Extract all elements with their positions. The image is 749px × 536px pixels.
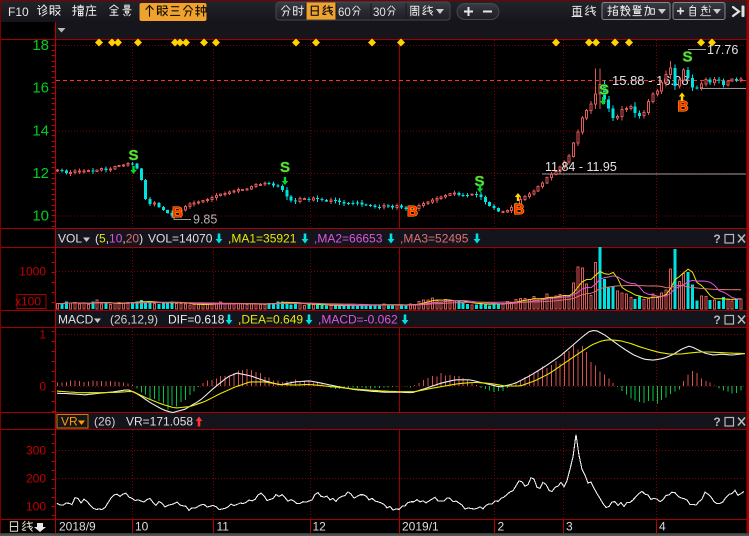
- svg-text:11: 11: [217, 520, 230, 534]
- svg-text:S: S: [128, 147, 138, 164]
- svg-text:?: ?: [713, 415, 720, 429]
- svg-text:DIF=0.618: DIF=0.618: [168, 313, 225, 327]
- svg-text:B: B: [172, 204, 183, 221]
- svg-text:?: ?: [713, 232, 720, 246]
- svg-text:12: 12: [32, 165, 49, 182]
- svg-text:MACD: MACD: [58, 313, 94, 327]
- svg-text:60: 60: [338, 7, 351, 19]
- svg-text:B: B: [407, 203, 418, 220]
- svg-text:,DEA=0.649: ,DEA=0.649: [238, 313, 303, 327]
- svg-text:VR=171.058: VR=171.058: [126, 415, 193, 429]
- svg-text:11.84 - 11.95: 11.84 - 11.95: [545, 160, 617, 174]
- svg-text:(26,12,9): (26,12,9): [110, 313, 158, 327]
- svg-text:14: 14: [32, 122, 49, 139]
- svg-text:,MACD=-0.062: ,MACD=-0.062: [318, 313, 398, 327]
- svg-text:,MA2=66653: ,MA2=66653: [314, 232, 383, 246]
- svg-text:,MA3=52495: ,MA3=52495: [400, 232, 469, 246]
- svg-text:200: 200: [26, 472, 46, 486]
- svg-text:9.85: 9.85: [193, 213, 217, 227]
- svg-text:300: 300: [26, 444, 46, 458]
- svg-text:?: ?: [713, 313, 720, 327]
- svg-text:0: 0: [39, 380, 46, 394]
- svg-text:3: 3: [566, 520, 573, 534]
- svg-text:B: B: [678, 98, 689, 115]
- svg-text:1: 1: [39, 328, 46, 342]
- svg-text:18: 18: [32, 37, 49, 54]
- svg-text:1000: 1000: [19, 265, 46, 279]
- svg-text:VOL: VOL: [58, 232, 82, 246]
- svg-text:(5,10,20): (5,10,20): [95, 232, 143, 246]
- svg-text:VOL=14070: VOL=14070: [148, 232, 213, 246]
- svg-text:2: 2: [498, 520, 505, 534]
- svg-text:100: 100: [26, 500, 46, 514]
- svg-text:15.88 - 16.08: 15.88 - 16.08: [612, 73, 689, 88]
- svg-text:,MA1=35921: ,MA1=35921: [228, 232, 297, 246]
- svg-text:10: 10: [135, 520, 149, 534]
- svg-text:16: 16: [32, 80, 49, 97]
- svg-text:2018/9: 2018/9: [59, 520, 96, 534]
- svg-text:F10: F10: [8, 5, 29, 19]
- svg-text:30: 30: [373, 7, 386, 19]
- svg-text:10: 10: [32, 208, 49, 225]
- svg-text:S: S: [599, 82, 609, 99]
- svg-text:4: 4: [659, 520, 666, 534]
- svg-text:2019/1: 2019/1: [402, 520, 439, 534]
- svg-text:12: 12: [313, 520, 327, 534]
- svg-text:S: S: [280, 159, 290, 176]
- svg-text:x100: x100: [15, 295, 41, 309]
- svg-text:S: S: [682, 49, 692, 66]
- svg-text:(26): (26): [94, 415, 115, 429]
- svg-text:VR: VR: [61, 415, 78, 429]
- svg-text:B: B: [514, 201, 525, 218]
